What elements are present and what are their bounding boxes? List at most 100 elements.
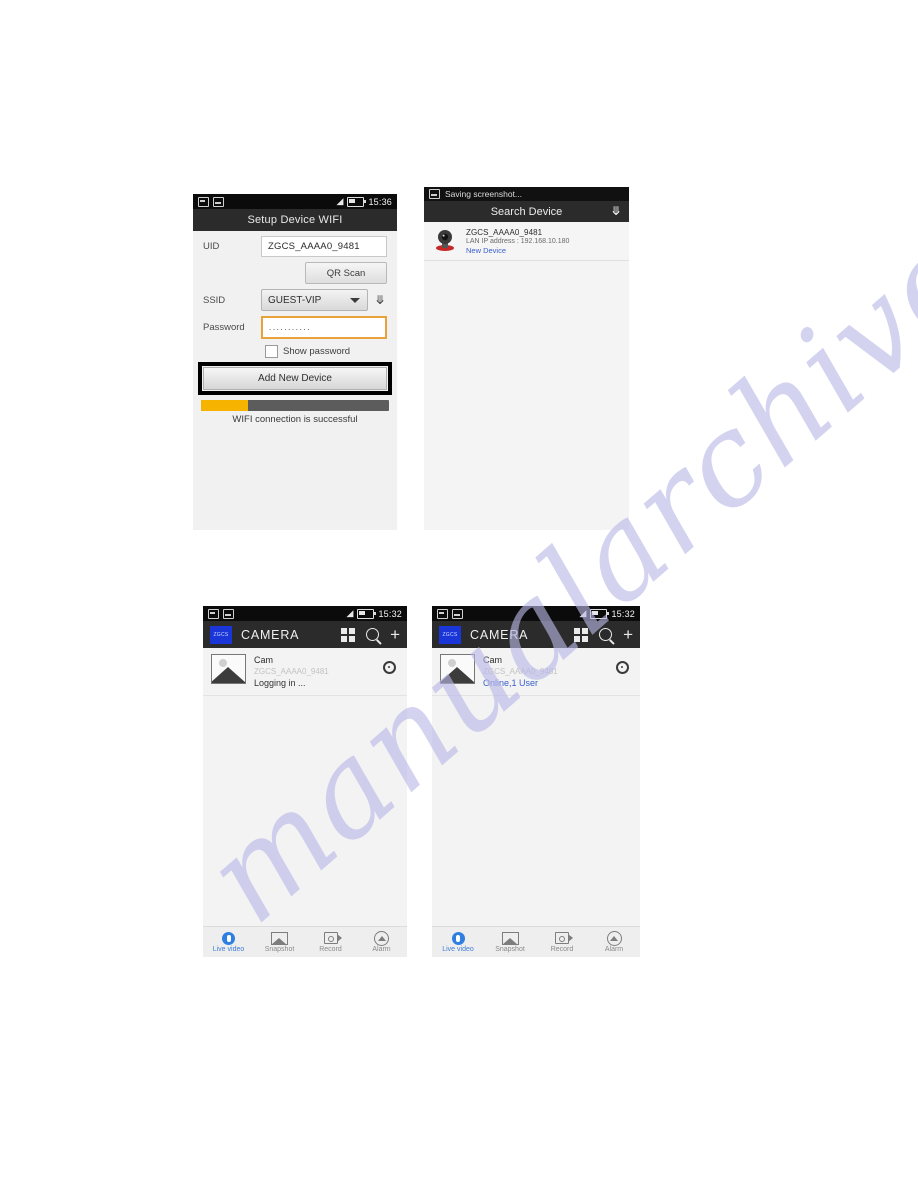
tab-snapshot-label: Snapshot xyxy=(495,946,525,953)
tab-live-video[interactable]: Live video xyxy=(432,931,484,953)
image-placeholder-sun-icon xyxy=(448,659,456,667)
show-password-row[interactable]: Show password xyxy=(193,339,397,361)
panel-search-device: Saving screenshot... Search Device ⤋ ZGC… xyxy=(424,187,629,530)
tab-alarm[interactable]: Alarm xyxy=(588,930,640,953)
tab-alarm-label: Alarm xyxy=(372,946,391,953)
status-bar-left-icons xyxy=(208,608,234,619)
ip-camera-glyph xyxy=(436,230,454,251)
app-title: CAMERA xyxy=(470,627,529,642)
bottom-tab-bar: Live video Snapshot Record Alarm xyxy=(432,926,640,957)
show-password-checkbox[interactable] xyxy=(265,345,278,358)
tab-snapshot-label: Snapshot xyxy=(264,946,295,953)
setup-empty-area xyxy=(193,425,397,530)
status-bar-right-icons: ◢ 15:36 xyxy=(337,194,392,209)
device-status-badge: New Device xyxy=(466,246,507,255)
tab-snapshot[interactable]: Snapshot xyxy=(254,931,305,953)
panel-setup-device-wifi: ◢ 15:36 Setup Device WIFI UID ZGCS_AAAA0… xyxy=(193,194,397,530)
device-info: ZGCS_AAAA0_9481 LAN IP address : 192.168… xyxy=(466,227,569,255)
list-item-camera[interactable]: Cam ZGCS_AAAA0_9481 Logging in ... xyxy=(203,648,407,696)
device-uid: ZGCS_AAAA0_9481 xyxy=(466,228,543,237)
add-device-icon[interactable]: + xyxy=(623,626,633,643)
sim-card-icon xyxy=(198,196,209,207)
status-bar: ◢ 15:32 xyxy=(203,606,407,621)
search-results-empty-area xyxy=(424,261,629,530)
qr-scan-row: QR Scan xyxy=(193,257,397,284)
screenshot-icon xyxy=(223,608,234,619)
uid-label: UID xyxy=(203,241,220,252)
search-device-title: Search Device xyxy=(490,205,563,218)
qr-scan-button[interactable]: QR Scan xyxy=(305,262,387,284)
search-icon[interactable] xyxy=(599,628,613,641)
battery-icon xyxy=(347,196,367,207)
camera-info: Cam ZGCS_AAAA0_9481 Online,1 User xyxy=(483,654,558,688)
list-item-device[interactable]: ZGCS_AAAA0_9481 LAN IP address : 192.168… xyxy=(424,222,629,261)
app-logo-icon: ZGCS xyxy=(210,625,232,644)
wifi-icon: ◢ xyxy=(346,608,354,618)
ssid-label: SSID xyxy=(203,294,226,306)
app-bar-actions: + xyxy=(574,621,633,648)
tab-alarm[interactable]: Alarm xyxy=(356,930,407,953)
gear-icon[interactable] xyxy=(616,661,629,674)
camera-status: Online,1 User xyxy=(483,678,539,688)
password-label: Password xyxy=(203,322,245,333)
camera-thumbnail xyxy=(211,654,246,684)
tab-record-label: Record xyxy=(319,946,342,953)
panel-camera-list-logging-in: ◢ 15:32 ZGCS CAMERA + Cam ZGCS_AAAA0_948… xyxy=(203,606,407,957)
refresh-search-icon[interactable]: ⤋ xyxy=(611,204,621,218)
app-bar: ZGCS CAMERA + xyxy=(203,621,407,648)
password-masked-value: ........... xyxy=(269,323,312,332)
tab-live-video[interactable]: Live video xyxy=(203,931,254,953)
record-icon xyxy=(323,931,342,945)
grid-view-icon[interactable] xyxy=(341,627,356,642)
camera-list-empty-area xyxy=(432,696,640,926)
ssid-select[interactable]: GUEST-VIP xyxy=(261,289,368,311)
camera-thumbnail xyxy=(440,654,475,684)
app-title: CAMERA xyxy=(241,627,300,642)
page-watermark: manualarchive.com xyxy=(0,0,918,1188)
status-bar-left-icons xyxy=(437,608,463,619)
status-bar-clock: 15:32 xyxy=(378,608,402,619)
tab-record[interactable]: Record xyxy=(305,931,356,953)
add-new-device-button[interactable]: Add New Device xyxy=(203,367,387,390)
add-device-icon[interactable]: + xyxy=(390,626,400,643)
status-bar-clock: 15:36 xyxy=(368,196,392,207)
chevron-down-icon xyxy=(350,298,360,303)
live-video-icon xyxy=(222,931,235,945)
list-item-camera[interactable]: Cam ZGCS_AAAA0_9481 Online,1 User xyxy=(432,648,640,696)
search-icon[interactable] xyxy=(366,628,380,641)
status-bar-right-icons: ◢ 15:32 xyxy=(580,606,635,621)
camera-list-empty-area xyxy=(203,696,407,926)
live-video-icon xyxy=(451,931,465,945)
status-bar-right-icons: ◢ 15:32 xyxy=(347,606,402,621)
alarm-icon xyxy=(606,930,622,946)
page-title: Search Device ⤋ xyxy=(424,201,629,222)
gear-icon[interactable] xyxy=(383,661,396,674)
tab-alarm-label: Alarm xyxy=(604,946,624,953)
wifi-icon: ◢ xyxy=(579,608,587,618)
refresh-ssid-icon[interactable]: ⤋ xyxy=(373,294,387,306)
image-placeholder-sun-icon xyxy=(219,659,227,667)
image-placeholder-mountain-icon xyxy=(441,667,474,683)
tab-record[interactable]: Record xyxy=(536,931,588,953)
wifi-progress-status: WIFI connection is successful xyxy=(232,414,358,425)
saving-screenshot-toast: Saving screenshot... xyxy=(424,187,629,201)
setup-form: UID ZGCS_AAAA0_9481 QR Scan SSID GUEST-V… xyxy=(193,231,397,425)
screenshot-icon xyxy=(452,608,463,619)
snapshot-icon xyxy=(271,931,288,945)
wifi-progress-bar xyxy=(201,400,389,411)
add-new-device-highlight: Add New Device xyxy=(198,362,392,395)
uid-row: UID ZGCS_AAAA0_9481 xyxy=(193,231,397,257)
sim-card-icon xyxy=(437,608,448,619)
alarm-icon xyxy=(374,930,389,946)
tab-live-video-label: Live video xyxy=(212,946,245,953)
camera-uid: ZGCS_AAAA0_9481 xyxy=(254,667,329,676)
tab-snapshot[interactable]: Snapshot xyxy=(484,931,536,953)
sim-card-icon xyxy=(208,608,219,619)
ip-camera-icon xyxy=(431,227,459,253)
show-password-label: Show password xyxy=(283,346,351,357)
uid-input[interactable]: ZGCS_AAAA0_9481 xyxy=(261,236,387,257)
grid-view-icon[interactable] xyxy=(574,627,589,642)
password-input[interactable]: ........... xyxy=(261,316,387,339)
status-bar-left-icons xyxy=(198,196,224,207)
tab-record-label: Record xyxy=(550,946,574,953)
